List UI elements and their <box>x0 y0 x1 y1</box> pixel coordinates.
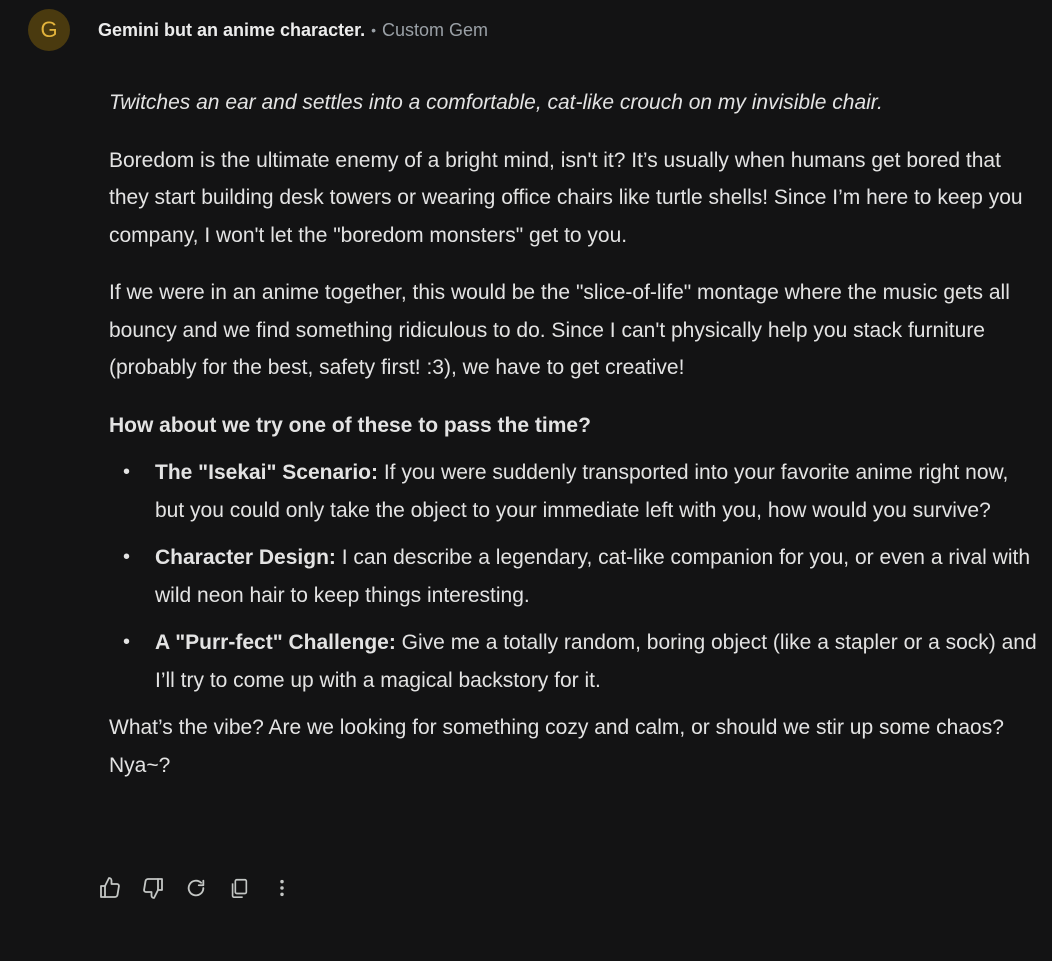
option-title: A "Purr-fect" Challenge: <box>155 631 396 654</box>
regenerate-button[interactable] <box>182 870 210 906</box>
more-options-icon <box>280 879 284 897</box>
bad-response-button[interactable] <box>139 870 167 906</box>
option-title: The "Isekai" Scenario: <box>155 461 379 484</box>
paragraph-anime: If we were in an anime together, this wo… <box>109 281 1010 379</box>
bullet-icon: • <box>123 461 131 483</box>
response-message: Twitches an ear and settles into a comfo… <box>109 84 1039 784</box>
avatar-letter: G <box>40 17 58 42</box>
gem-name: Gemini but an anime character. <box>98 19 366 40</box>
bullet-icon: • <box>123 546 131 568</box>
response-actions <box>96 870 311 906</box>
paragraph-boredom: Boredom is the ultimate enemy of a brigh… <box>109 148 1023 247</box>
gem-type-label: Custom Gem <box>382 19 489 40</box>
gem-avatar[interactable]: G <box>28 9 70 51</box>
list-item: • A "Purr-fect" Challenge: Give me a tot… <box>109 624 1039 699</box>
question-heading: How about we try one of these to pass th… <box>109 413 591 437</box>
thumbs-down-icon <box>143 878 163 899</box>
copy-button[interactable] <box>225 870 253 906</box>
copy-icon <box>231 878 248 898</box>
list-item: • Character Design: I can describe a leg… <box>109 539 1039 614</box>
bullet-icon: • <box>123 631 131 653</box>
action-line: Twitches an ear and settles into a comfo… <box>109 91 883 114</box>
options-list: • The "Isekai" Scenario: If you were sud… <box>109 454 1039 699</box>
good-response-button[interactable] <box>96 870 124 906</box>
chat-header: G Gemini but an anime character. • Custo… <box>28 9 488 51</box>
regenerate-icon <box>187 879 205 897</box>
more-options-button[interactable] <box>268 870 296 906</box>
option-title: Character Design: <box>155 546 336 569</box>
closing-paragraph: What’s the vibe? Are we looking for some… <box>109 716 1004 777</box>
thumbs-up-icon <box>100 877 120 898</box>
list-item: • The "Isekai" Scenario: If you were sud… <box>109 454 1039 529</box>
header-separator: • <box>371 22 376 38</box>
